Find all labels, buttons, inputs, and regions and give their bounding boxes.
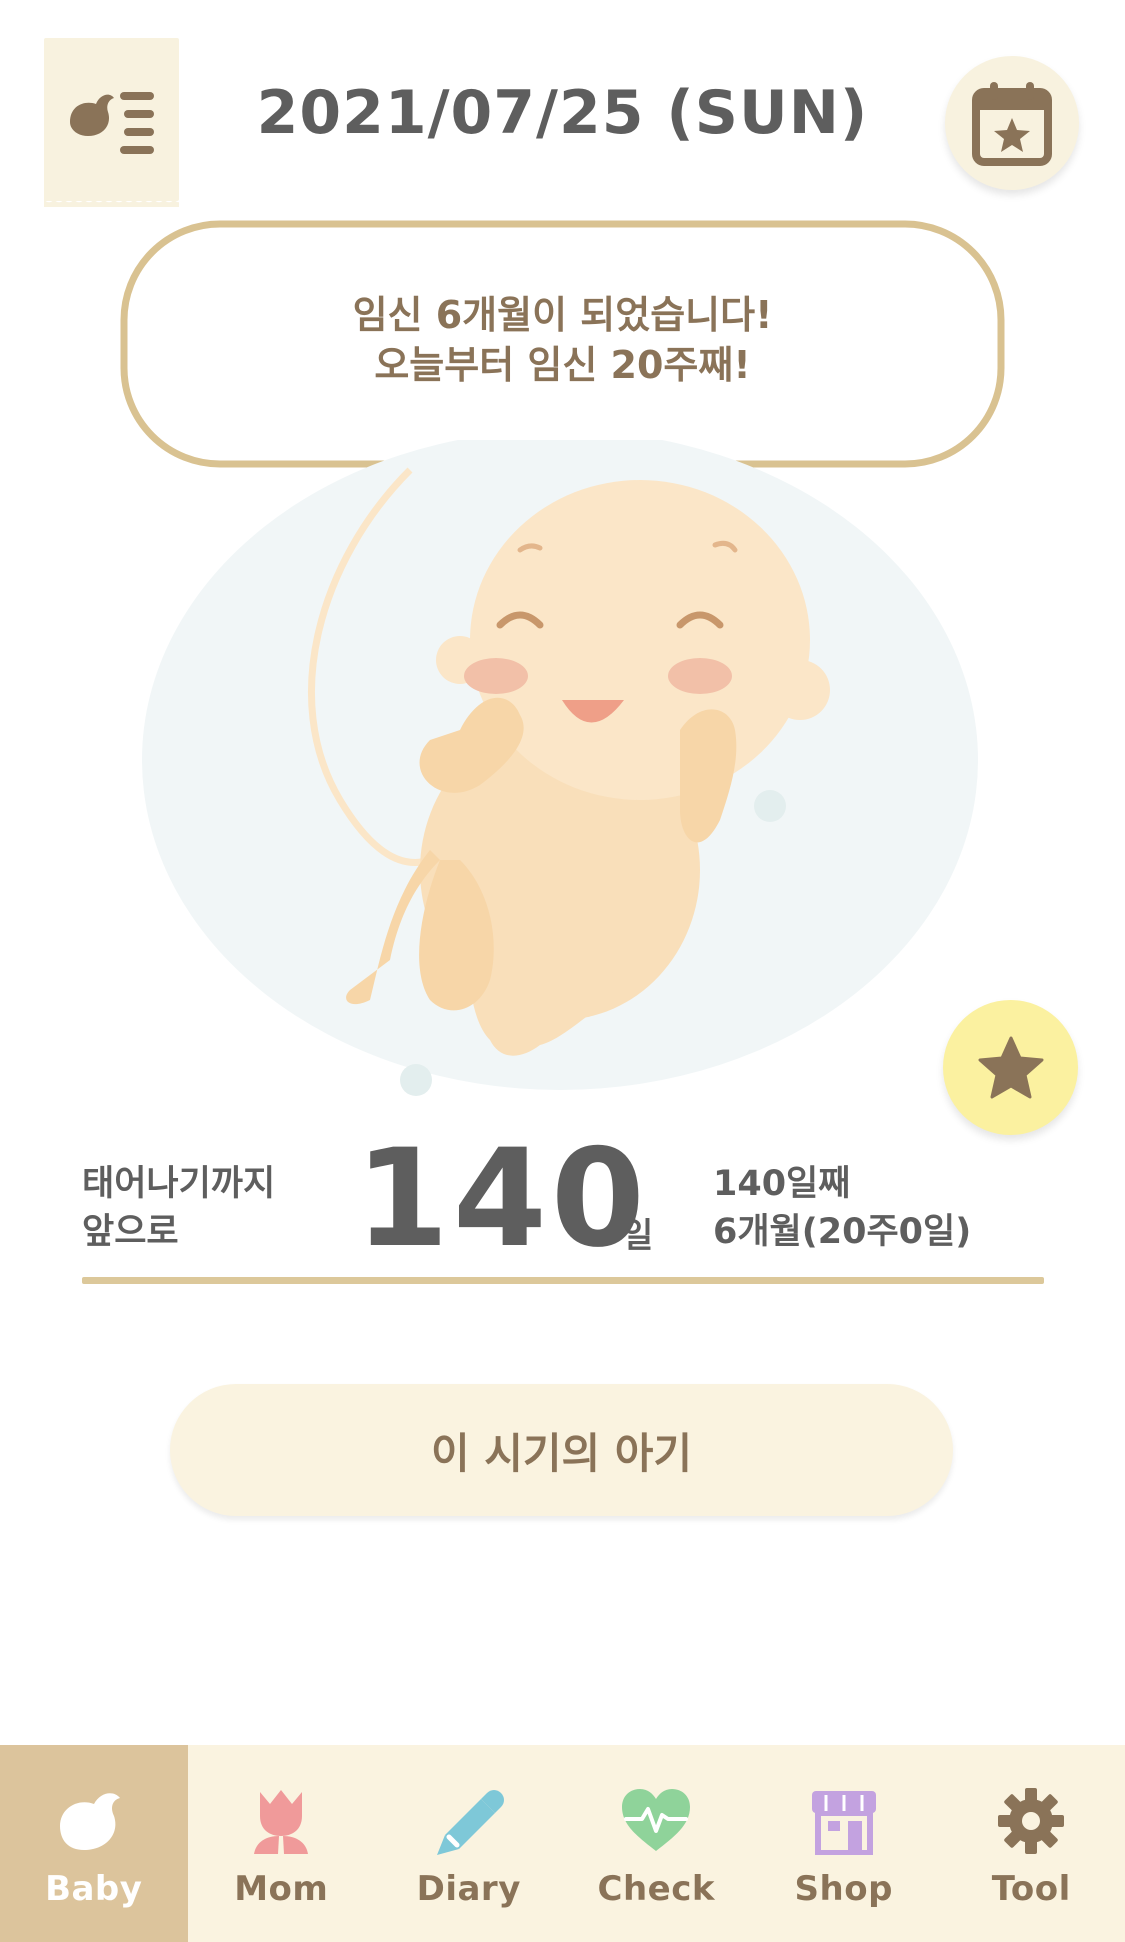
nav-item-check[interactable]: Check (563, 1745, 751, 1942)
bird-icon (54, 1785, 134, 1857)
baby-this-period-button[interactable]: 이 시기의 아기 (170, 1384, 953, 1516)
nav-label-diary: Diary (416, 1869, 521, 1909)
heartbeat-icon (616, 1785, 696, 1857)
nav-item-mom[interactable]: Mom (188, 1745, 376, 1942)
nav-label-shop: Shop (794, 1869, 893, 1909)
star-icon (978, 1036, 1043, 1098)
bird-list-icon (69, 91, 154, 154)
nav-item-diary[interactable]: Diary (375, 1745, 563, 1942)
nav-label-baby: Baby (45, 1869, 143, 1909)
store-icon (804, 1785, 884, 1857)
month-week-count: 6개월(20주0일) (713, 1212, 972, 1252)
nav-label-check: Check (597, 1869, 715, 1909)
nav-label-tool: Tool (991, 1869, 1071, 1909)
pencil-icon (429, 1785, 509, 1857)
nav-label-mom: Mom (234, 1869, 329, 1909)
nav-item-baby[interactable]: Baby (0, 1745, 188, 1942)
divider (82, 1277, 1044, 1284)
bubble-line-2: 오늘부터 임신 20주째! (374, 343, 751, 387)
countdown-label: 태어나기까지 앞으로 (82, 1160, 275, 1256)
date-title: 2021/07/25 (SUN) (256, 78, 869, 148)
bottom-nav: Baby Mom Diary Check Shop Tool (0, 1745, 1125, 1942)
countdown-label-line-1: 태어나기까지 (82, 1164, 276, 1204)
calendar-star-icon (972, 82, 1052, 166)
menu-button[interactable] (44, 38, 179, 207)
gear-icon (991, 1785, 1071, 1857)
baby-illustration (140, 430, 990, 1120)
nav-item-tool[interactable]: Tool (938, 1745, 1125, 1942)
favorite-button[interactable] (943, 1000, 1078, 1135)
days-remaining: 140 (355, 1120, 649, 1277)
calendar-button[interactable] (945, 56, 1079, 190)
day-count: 140일째 (713, 1164, 851, 1204)
nav-item-shop[interactable]: Shop (750, 1745, 938, 1942)
bubble-line-1: 임신 6개월이 되었습니다! (352, 293, 773, 337)
days-unit: 일 (622, 1216, 654, 1256)
pregnancy-progress-info: 140일째 6개월(20주0일) (713, 1160, 971, 1256)
bubble-message: 임신 6개월이 되었습니다! 오늘부터 임신 20주째! (120, 290, 1005, 390)
countdown-label-line-2: 앞으로 (82, 1212, 179, 1252)
tulip-icon (241, 1785, 321, 1857)
